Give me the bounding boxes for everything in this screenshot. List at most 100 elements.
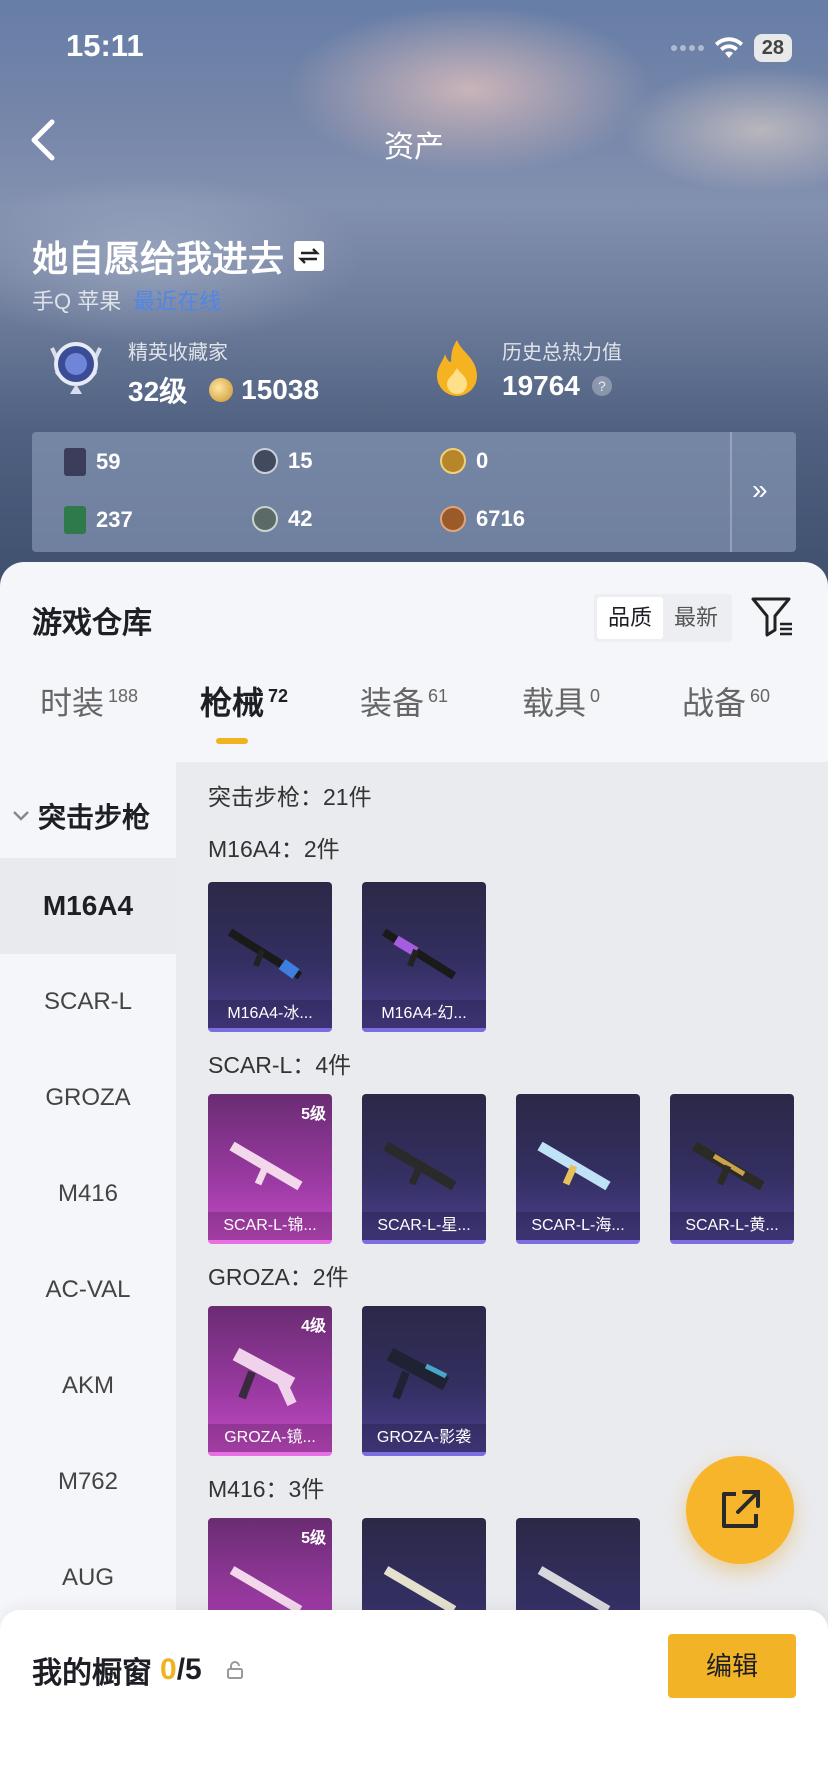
category-tabs: 时装 188 枪械 72 装备 61 载具 0 战备 60 [0,678,828,744]
sidebar-category[interactable]: 突击步枪 [12,796,150,836]
stat-value: 42 [288,506,313,531]
edit-button[interactable]: 编辑 [668,1634,796,1698]
sort-newest-button[interactable]: 最新 [663,597,729,639]
badge-icon [252,448,278,474]
weapon-card[interactable]: M16A4-幻... [362,882,486,1032]
showcase-title-row: 我的橱窗 0 /5 [32,1648,244,1692]
double-chevron-right-icon[interactable]: » [752,474,768,506]
rank-title: 精英收藏家 [128,342,228,364]
weapon-card[interactable]: SCAR-L-黄... [670,1094,794,1244]
weapon-card[interactable]: 5级 SCAR-L-锦... [208,1094,332,1244]
tab-equipment[interactable]: 装备 61 [360,678,448,724]
showcase-bar: 我的橱窗 0 /5 编辑 [0,1610,828,1792]
weapon-card[interactable]: SCAR-L-海... [516,1094,640,1244]
wifi-icon [714,37,743,58]
stat-bronze: 6716 [440,506,525,532]
chevron-down-icon [13,811,29,821]
divider [730,432,732,552]
stat-value: 6716 [476,506,525,531]
rifle-icon [381,928,457,980]
signal-icon [670,45,704,51]
active-tab-indicator [216,738,248,744]
stat-card: 59 [64,448,120,476]
sidebar-item-groza[interactable]: GROZA [0,1050,176,1146]
player-subinfo: 手Q 苹果 最近在线 [32,284,221,316]
showcase-used: 0 [160,1653,177,1686]
category-summary: 突击步枪：21件 [208,784,372,810]
player-name: 她自愿给我进去 [32,238,285,279]
stat-badge: 15 [252,448,312,474]
rifle-icon [227,928,303,980]
rifle-icon [386,1347,450,1400]
group-label: M416：3件 [208,1476,325,1502]
sidebar-item-m416[interactable]: M416 [0,1146,176,1242]
sidebar-item-m16a4[interactable]: M16A4 [0,858,176,954]
flame-icon [430,338,484,405]
sidebar-item-m762[interactable]: M762 [0,1434,176,1530]
weapon-card[interactable]: GROZA-影袭 [362,1306,486,1456]
sidebar-item-scar-l[interactable]: SCAR-L [0,954,176,1050]
page-title: 资产 [384,131,444,164]
heat-title: 历史总热力值 [502,342,622,364]
warehouse-title: 游戏仓库 [32,607,152,640]
weapon-name: SCAR-L-星... [362,1212,486,1240]
showcase-title: 我的橱窗 [32,1657,152,1690]
weapon-name: GROZA-影袭 [362,1424,486,1452]
stat-value: 59 [96,449,121,474]
battery-indicator: 28 [753,34,792,62]
filter-icon[interactable] [750,596,794,643]
help-icon[interactable]: ? [591,376,612,396]
player-name-row: 她自愿给我进去 [32,230,325,282]
weapon-name: SCAR-L-黄... [670,1212,794,1240]
level-badge: 5级 [301,1106,326,1123]
weapon-card[interactable]: SCAR-L-星... [362,1094,486,1244]
gold-emblem-icon [440,448,466,474]
rank-stats: 32级 15038 [128,370,319,410]
stat-green-card: 237 [64,506,133,534]
status-bar-icons: 28 [670,34,792,62]
weapon-name: SCAR-L-海... [516,1212,640,1240]
platform-label: 手Q 苹果 [32,289,122,314]
weapon-name: M16A4-冰... [208,1000,332,1028]
sort-toggle: 品质 最新 [594,594,732,642]
tab-weapons[interactable]: 枪械 72 [200,678,288,724]
asset-stats-panel[interactable]: 59 15 0 237 42 6716 » [32,432,796,552]
tab-supplies[interactable]: 战备 60 [682,678,770,724]
weapon-name: M16A4-幻... [362,1000,486,1028]
group-label: SCAR-L：4件 [208,1052,352,1078]
rifle-icon [232,1347,297,1407]
weapon-name: GROZA-镜... [208,1424,332,1452]
stat-value: 0 [476,448,489,473]
green-card-icon [64,506,86,534]
level-badge: 4级 [301,1318,326,1335]
sidebar-item-ac-val[interactable]: AC-VAL [0,1242,176,1338]
group-label: M16A4：2件 [208,836,340,862]
sidebar-category-label: 突击步枪 [38,802,151,833]
tab-vehicles[interactable]: 载具 0 [522,678,600,724]
warehouse-panel: 游戏仓库 品质 最新 时装 188 枪械 72 装备 61 载具 0 战备 60 突击步枪… [0,562,828,1792]
sidebar-item-akm[interactable]: AKM [0,1338,176,1434]
rank-emblem-icon [44,334,108,401]
stat-gold: 0 [440,448,488,474]
tab-fashion[interactable]: 时装 188 [40,678,138,724]
grey-emblem-icon [252,506,278,532]
stat-value: 237 [96,507,133,532]
weapon-card[interactable]: 4级 GROZA-镜... [208,1306,332,1456]
weapon-card[interactable]: M16A4-冰... [208,882,332,1032]
sort-quality-button[interactable]: 品质 [597,597,663,639]
share-button[interactable] [686,1456,794,1564]
rifle-icon [229,1141,303,1191]
switch-account-icon[interactable] [294,241,325,271]
showcase-total: /5 [176,1653,202,1686]
online-status: 最近在线 [133,289,222,314]
rifle-icon [383,1141,457,1191]
coin-count: 15038 [241,374,320,405]
status-time: 15:11 [66,28,144,63]
heat-stats: 19764 ? [502,370,612,402]
heat-value: 19764 [502,370,580,401]
stat-value: 15 [288,448,313,473]
external-link-icon [722,1490,760,1528]
bronze-emblem-icon [440,506,466,532]
group-label: GROZA：2件 [208,1264,349,1290]
rank-level: 32级 [128,376,188,407]
